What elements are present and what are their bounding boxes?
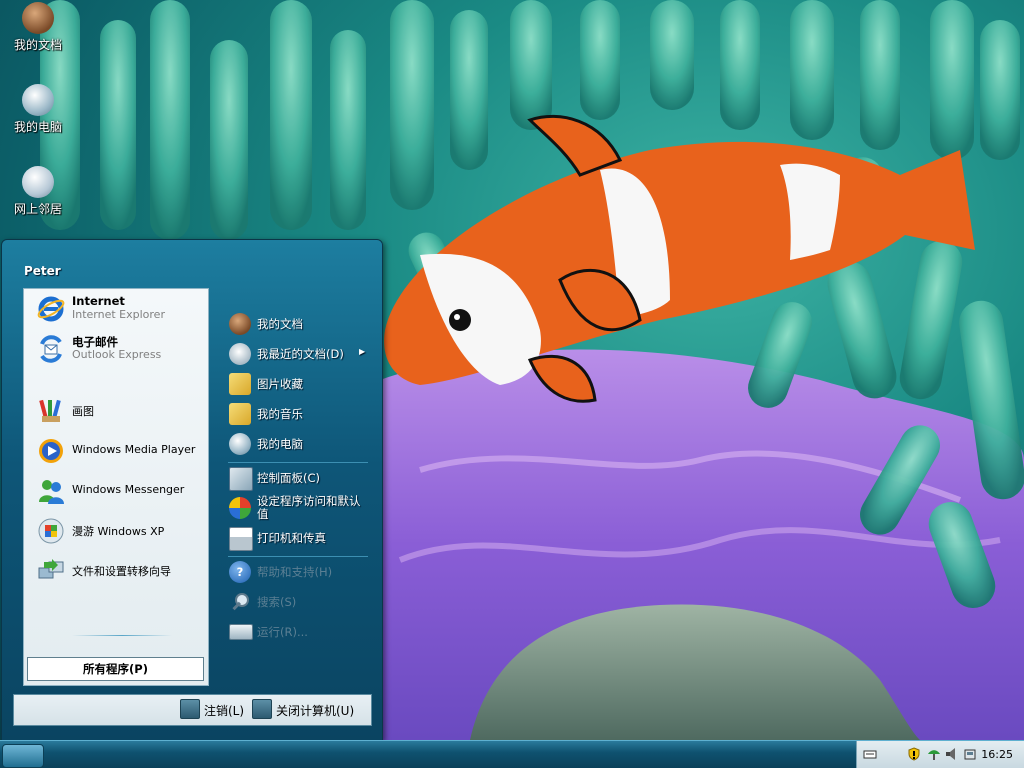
recent-program-label: Windows Messenger [72, 483, 185, 496]
my-pictures-icon [229, 373, 251, 395]
help-icon: ? [229, 561, 251, 583]
desktop-icon-label: 我的电脑 [13, 120, 62, 134]
printers-icon [229, 527, 253, 551]
recent-program-media-player[interactable]: Windows Media Player [32, 433, 208, 469]
media-player-icon [39, 439, 63, 463]
system-control-panel[interactable]: 控制面板(C) [229, 465, 369, 491]
pinned-outlook-express[interactable]: 电子邮件 Outlook Express [32, 331, 208, 367]
desktop-icon-network-places[interactable]: 网上邻居 [0, 166, 76, 216]
internet-explorer-icon [37, 296, 65, 322]
paint-icon [39, 399, 61, 423]
start-menu-programs-pane: Internet Internet Explorer 电子邮件 Outlook … [23, 288, 209, 686]
desktop-icon-my-documents[interactable]: 我的文档 [0, 2, 76, 52]
user-name: Peter [24, 264, 61, 278]
my-computer-icon [22, 84, 54, 116]
places-my-music[interactable]: 我的音乐 [229, 401, 369, 427]
places-separator [228, 462, 368, 463]
places-label: 我最近的文档(D) [257, 347, 344, 361]
start-button[interactable] [2, 744, 44, 768]
keyboard-icon[interactable] [863, 747, 877, 761]
recent-program-messenger[interactable]: Windows Messenger [32, 473, 208, 509]
system-label: 控制面板(C) [257, 471, 321, 485]
shutdown-label: 关闭计算机(U) [276, 704, 355, 718]
pinned-subtitle: Internet Explorer [72, 308, 165, 321]
logoff-label: 注销(L) [204, 704, 245, 718]
recent-program-transfer-wizard[interactable]: 文件和设置转移向导 [32, 553, 208, 589]
outlook-express-icon [40, 335, 62, 363]
places-my-documents[interactable]: 我的文档 [229, 311, 369, 337]
system-program-access[interactable]: 设定程序访问和默认值 [229, 495, 369, 521]
system-separator [228, 556, 368, 557]
start-menu: Peter Internet Internet Explorer 电子邮件 Ou… [1, 239, 383, 741]
desktop-icon-label: 我的文档 [13, 38, 62, 52]
system-tray: 16:25 [856, 741, 1024, 768]
messenger-icon [39, 480, 64, 504]
system-label: 运行(R)... [257, 625, 308, 639]
places-recent-documents[interactable]: 我最近的文档(D) ▶ [229, 341, 369, 367]
recent-program-label: Windows Media Player [72, 443, 196, 456]
search-icon [232, 593, 249, 611]
my-computer-icon [229, 433, 251, 455]
recent-program-label: 漫游 Windows XP [72, 525, 165, 538]
programs-separator [72, 635, 172, 636]
recent-documents-icon [229, 343, 251, 365]
places-label: 图片收藏 [257, 377, 303, 391]
my-documents-icon [22, 2, 54, 34]
system-label: 打印机和传真 [257, 531, 326, 545]
start-menu-footer: 注销(L) 关闭计算机(U) [13, 694, 372, 726]
shutdown-icon [252, 699, 272, 719]
taskbar-clock[interactable]: 16:25 [981, 748, 1013, 761]
recent-program-label: 画图 [72, 405, 94, 418]
places-label: 我的音乐 [257, 407, 303, 421]
desktop-icon-my-computer[interactable]: 我的电脑 [0, 84, 76, 134]
recent-program-tour-xp[interactable]: 漫游 Windows XP [32, 513, 208, 549]
system-help[interactable]: ? 帮助和支持(H) [229, 559, 369, 585]
places-label: 我的文档 [257, 317, 303, 331]
logoff-icon [180, 699, 200, 719]
tour-xp-icon [38, 518, 64, 544]
run-icon [229, 624, 253, 640]
system-run[interactable]: 运行(R)... [229, 619, 369, 645]
network-icon[interactable] [927, 747, 941, 761]
places-my-computer[interactable]: 我的电脑 [229, 431, 369, 457]
start-menu-header: Peter [2, 240, 382, 282]
system-printers[interactable]: 打印机和传真 [229, 525, 369, 551]
places-label: 我的电脑 [257, 437, 303, 451]
network-places-icon [22, 166, 54, 198]
pinned-subtitle: Outlook Express [72, 348, 162, 361]
system-search[interactable]: 搜索(S) [229, 589, 369, 615]
my-documents-icon [229, 313, 251, 335]
control-panel-icon [229, 467, 253, 491]
desktop-icon-label: 网上邻居 [13, 202, 62, 216]
security-shield-icon[interactable] [907, 747, 921, 761]
submenu-arrow-icon: ▶ [359, 347, 366, 356]
system-label: 搜索(S) [257, 595, 297, 609]
all-programs-button[interactable]: 所有程序(P) [27, 657, 204, 681]
places-my-pictures[interactable]: 图片收藏 [229, 371, 369, 397]
speaker-icon[interactable] [945, 747, 959, 761]
pinned-title: Internet [72, 294, 125, 308]
system-label: 帮助和支持(H) [257, 565, 333, 579]
pinned-internet-explorer[interactable]: Internet Internet Explorer [32, 291, 208, 327]
taskbar: 16:25 [0, 740, 1024, 768]
program-access-icon [229, 497, 251, 519]
recent-program-paint[interactable]: 画图 [32, 393, 208, 429]
transfer-wizard-icon [38, 559, 64, 579]
safely-remove-icon[interactable] [963, 747, 977, 761]
system-label: 设定程序访问和默认值 [257, 494, 361, 521]
my-music-icon [229, 403, 251, 425]
recent-program-label: 文件和设置转移向导 [72, 565, 171, 578]
